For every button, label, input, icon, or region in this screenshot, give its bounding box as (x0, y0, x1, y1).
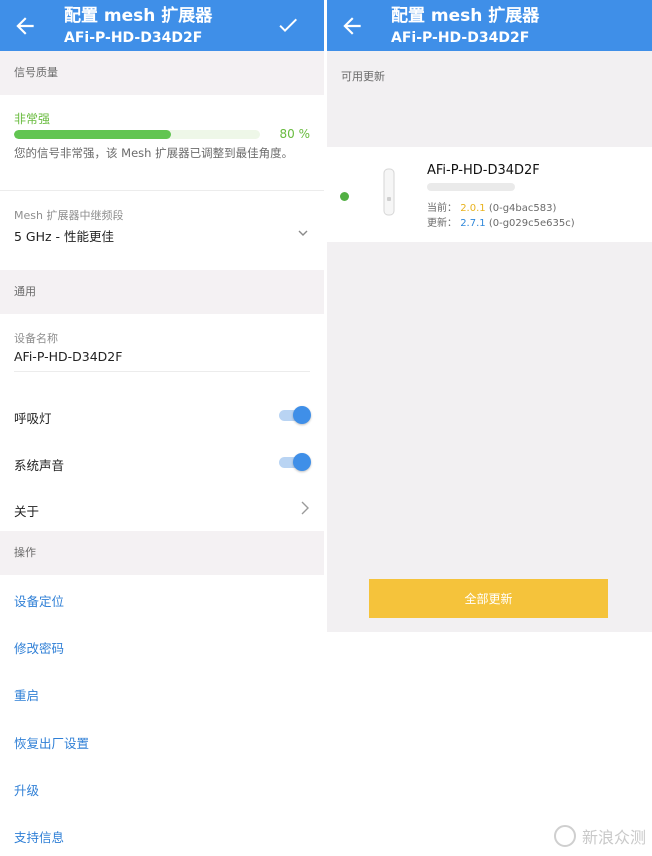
new-version-line: 更新： 2.7.1 (0-g029c5e635c) (427, 218, 575, 229)
section-header-general: 通用 (0, 270, 324, 314)
update-device-name: AFi-P-HD-D34D2F (427, 163, 540, 178)
breathing-light-toggle[interactable] (279, 406, 311, 424)
arrow-left-icon[interactable] (339, 13, 365, 39)
action-locate-device[interactable]: 设备定位 (14, 591, 64, 610)
current-version-line: 当前： 2.0.1 (0-g4bac583) (427, 203, 557, 214)
breathing-light-label: 呼吸灯 (14, 411, 52, 426)
update-all-button[interactable]: 全部更新 (369, 579, 608, 618)
device-name-label: 设备名称 (14, 332, 58, 345)
status-dot (340, 192, 349, 201)
band-select[interactable]: 5 GHz - 性能更佳 (14, 226, 114, 245)
right-update-panel: 配置 mesh 扩展器 AFi-P-HD-D34D2F 可用更新 AFi-P-H… (327, 0, 652, 856)
blurred-text (427, 183, 515, 191)
system-sound-toggle[interactable] (279, 453, 311, 471)
current-version: 2.0.1 (460, 203, 486, 214)
action-change-password[interactable]: 修改密码 (14, 638, 64, 657)
chevron-down-icon[interactable] (297, 228, 309, 238)
signal-description: 您的信号非常强，该 Mesh 扩展器已调整到最佳角度。 (14, 146, 294, 160)
check-icon[interactable] (276, 13, 300, 37)
action-restart[interactable]: 重启 (14, 685, 39, 704)
new-version: 2.7.1 (460, 218, 486, 229)
page-subtitle: AFi-P-HD-D34D2F (391, 30, 530, 46)
action-upgrade[interactable]: 升级 (14, 780, 39, 799)
band-label: Mesh 扩展器中继频段 (14, 209, 124, 222)
divider (0, 190, 324, 191)
signal-progress-bar (14, 130, 260, 139)
action-support-info[interactable]: 支持信息 (14, 827, 64, 846)
left-settings-panel: 配置 mesh 扩展器 AFi-P-HD-D34D2F 信号质量 非常强 80 … (0, 0, 324, 856)
update-content-area: 可用更新 AFi-P-HD-D34D2F 当前： 2.0.1 (0-g4bac5… (327, 51, 652, 632)
section-header-updates: 可用更新 (341, 70, 385, 83)
signal-strength-label: 非常强 (14, 112, 51, 126)
arrow-left-icon[interactable] (12, 13, 38, 39)
app-bar: 配置 mesh 扩展器 AFi-P-HD-D34D2F (0, 0, 324, 51)
chevron-right-icon[interactable] (300, 500, 310, 516)
section-header-actions: 操作 (0, 531, 324, 575)
watermark: 新浪众测 (553, 824, 646, 848)
system-sound-label: 系统声音 (14, 458, 65, 473)
page-title: 配置 mesh 扩展器 (391, 6, 540, 26)
section-header-signal: 信号质量 (0, 51, 324, 95)
action-factory-reset[interactable]: 恢复出厂设置 (14, 733, 89, 752)
device-name-field[interactable]: AFi-P-HD-D34D2F (14, 349, 122, 364)
mesh-extender-image (383, 168, 395, 216)
page-subtitle: AFi-P-HD-D34D2F (64, 30, 203, 46)
input-underline (14, 371, 310, 372)
about-item[interactable]: 关于 (14, 501, 39, 520)
update-list-item[interactable]: AFi-P-HD-D34D2F 当前： 2.0.1 (0-g4bac583) 更… (327, 147, 652, 242)
app-bar: 配置 mesh 扩展器 AFi-P-HD-D34D2F (327, 0, 652, 51)
watermark-logo-icon (553, 825, 576, 847)
signal-percent: 80 % (279, 127, 311, 141)
signal-progress-fill (14, 130, 172, 139)
page-title: 配置 mesh 扩展器 (64, 6, 213, 26)
